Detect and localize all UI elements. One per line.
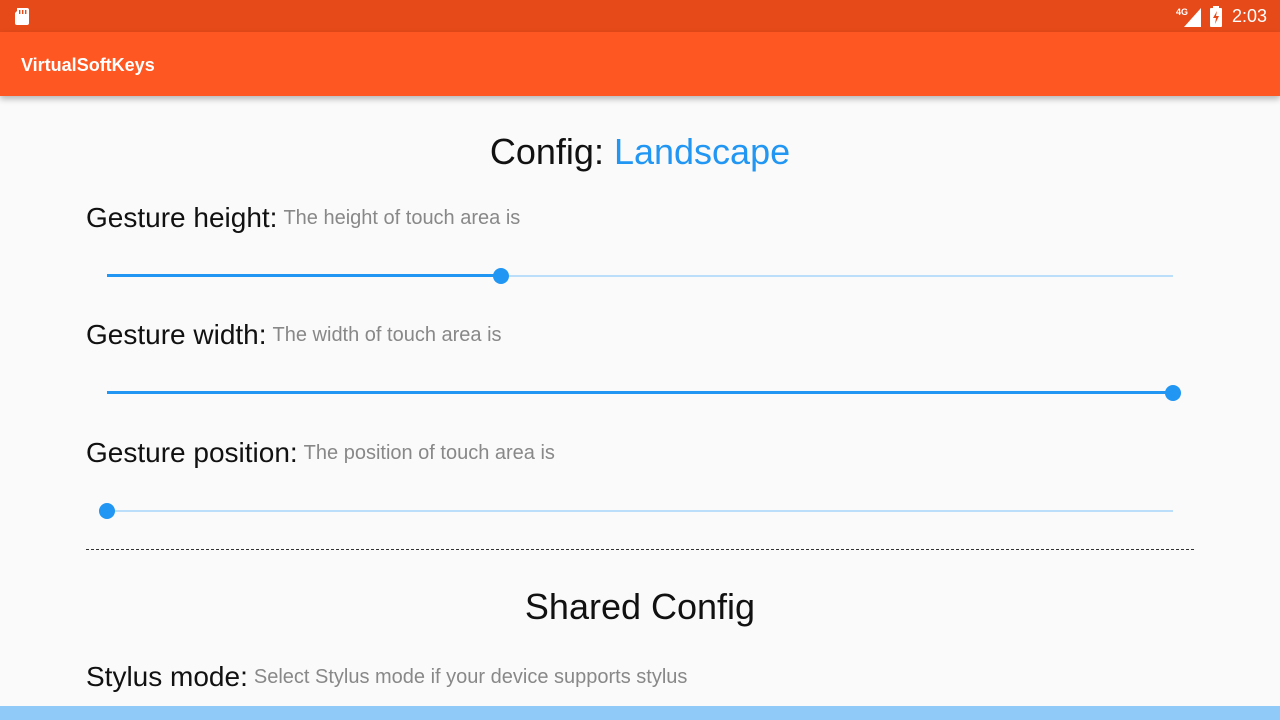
slider-thumb[interactable] [493,268,510,284]
slider-thumb[interactable] [99,503,115,519]
signal-icon: 4G [1176,7,1201,27]
stylus-mode-setting[interactable]: Stylus mode: Select Stylus mode if your d… [86,659,687,695]
gesture-width-label: Gesture width: [86,319,267,350]
battery-charging-icon [1210,6,1222,27]
gesture-height-setting: Gesture height: The height of touch area … [86,200,520,236]
gesture-position-slider[interactable] [99,499,1173,523]
gesture-height-description: The height of touch area is [283,207,521,229]
config-title: Config: Landscape [0,130,1280,174]
app-bar: VirtualSoftKeys [0,32,1280,96]
slider-track [107,510,1173,512]
stylus-mode-description: Select Stylus mode if your device suppor… [253,666,688,688]
config-prefix: Config: [489,131,604,172]
status-clock: 2:03 [1232,6,1268,26]
section-divider [86,549,1194,550]
bottom-bar [0,706,1280,720]
gesture-width-setting: Gesture width: The width of touch area is [86,317,502,353]
gesture-position-label: Gesture position: [86,437,298,468]
gesture-position-description: The position of touch area is [303,442,555,464]
gesture-height-slider[interactable] [107,264,1173,288]
shared-config-title: Shared Config [524,586,756,627]
sd-card-icon [15,8,29,25]
gesture-width-description: The width of touch area is [272,324,502,346]
config-mode: Landscape [613,131,791,172]
gesture-position-setting: Gesture position: The position of touch a… [86,435,555,471]
gesture-width-slider[interactable] [107,381,1181,405]
slider-thumb[interactable] [1165,385,1181,401]
app-title: VirtualSoftKeys [21,55,155,75]
stylus-mode-label: Stylus mode: [86,661,248,692]
slider-fill [107,274,502,277]
gesture-height-label: Gesture height: [86,202,278,233]
main-content: Config: Landscape Gesture height: The hei… [0,96,1280,706]
status-bar: 4G 2:03 [0,0,1280,32]
slider-fill [107,391,1173,394]
network-type-label: 4G [1176,7,1188,17]
